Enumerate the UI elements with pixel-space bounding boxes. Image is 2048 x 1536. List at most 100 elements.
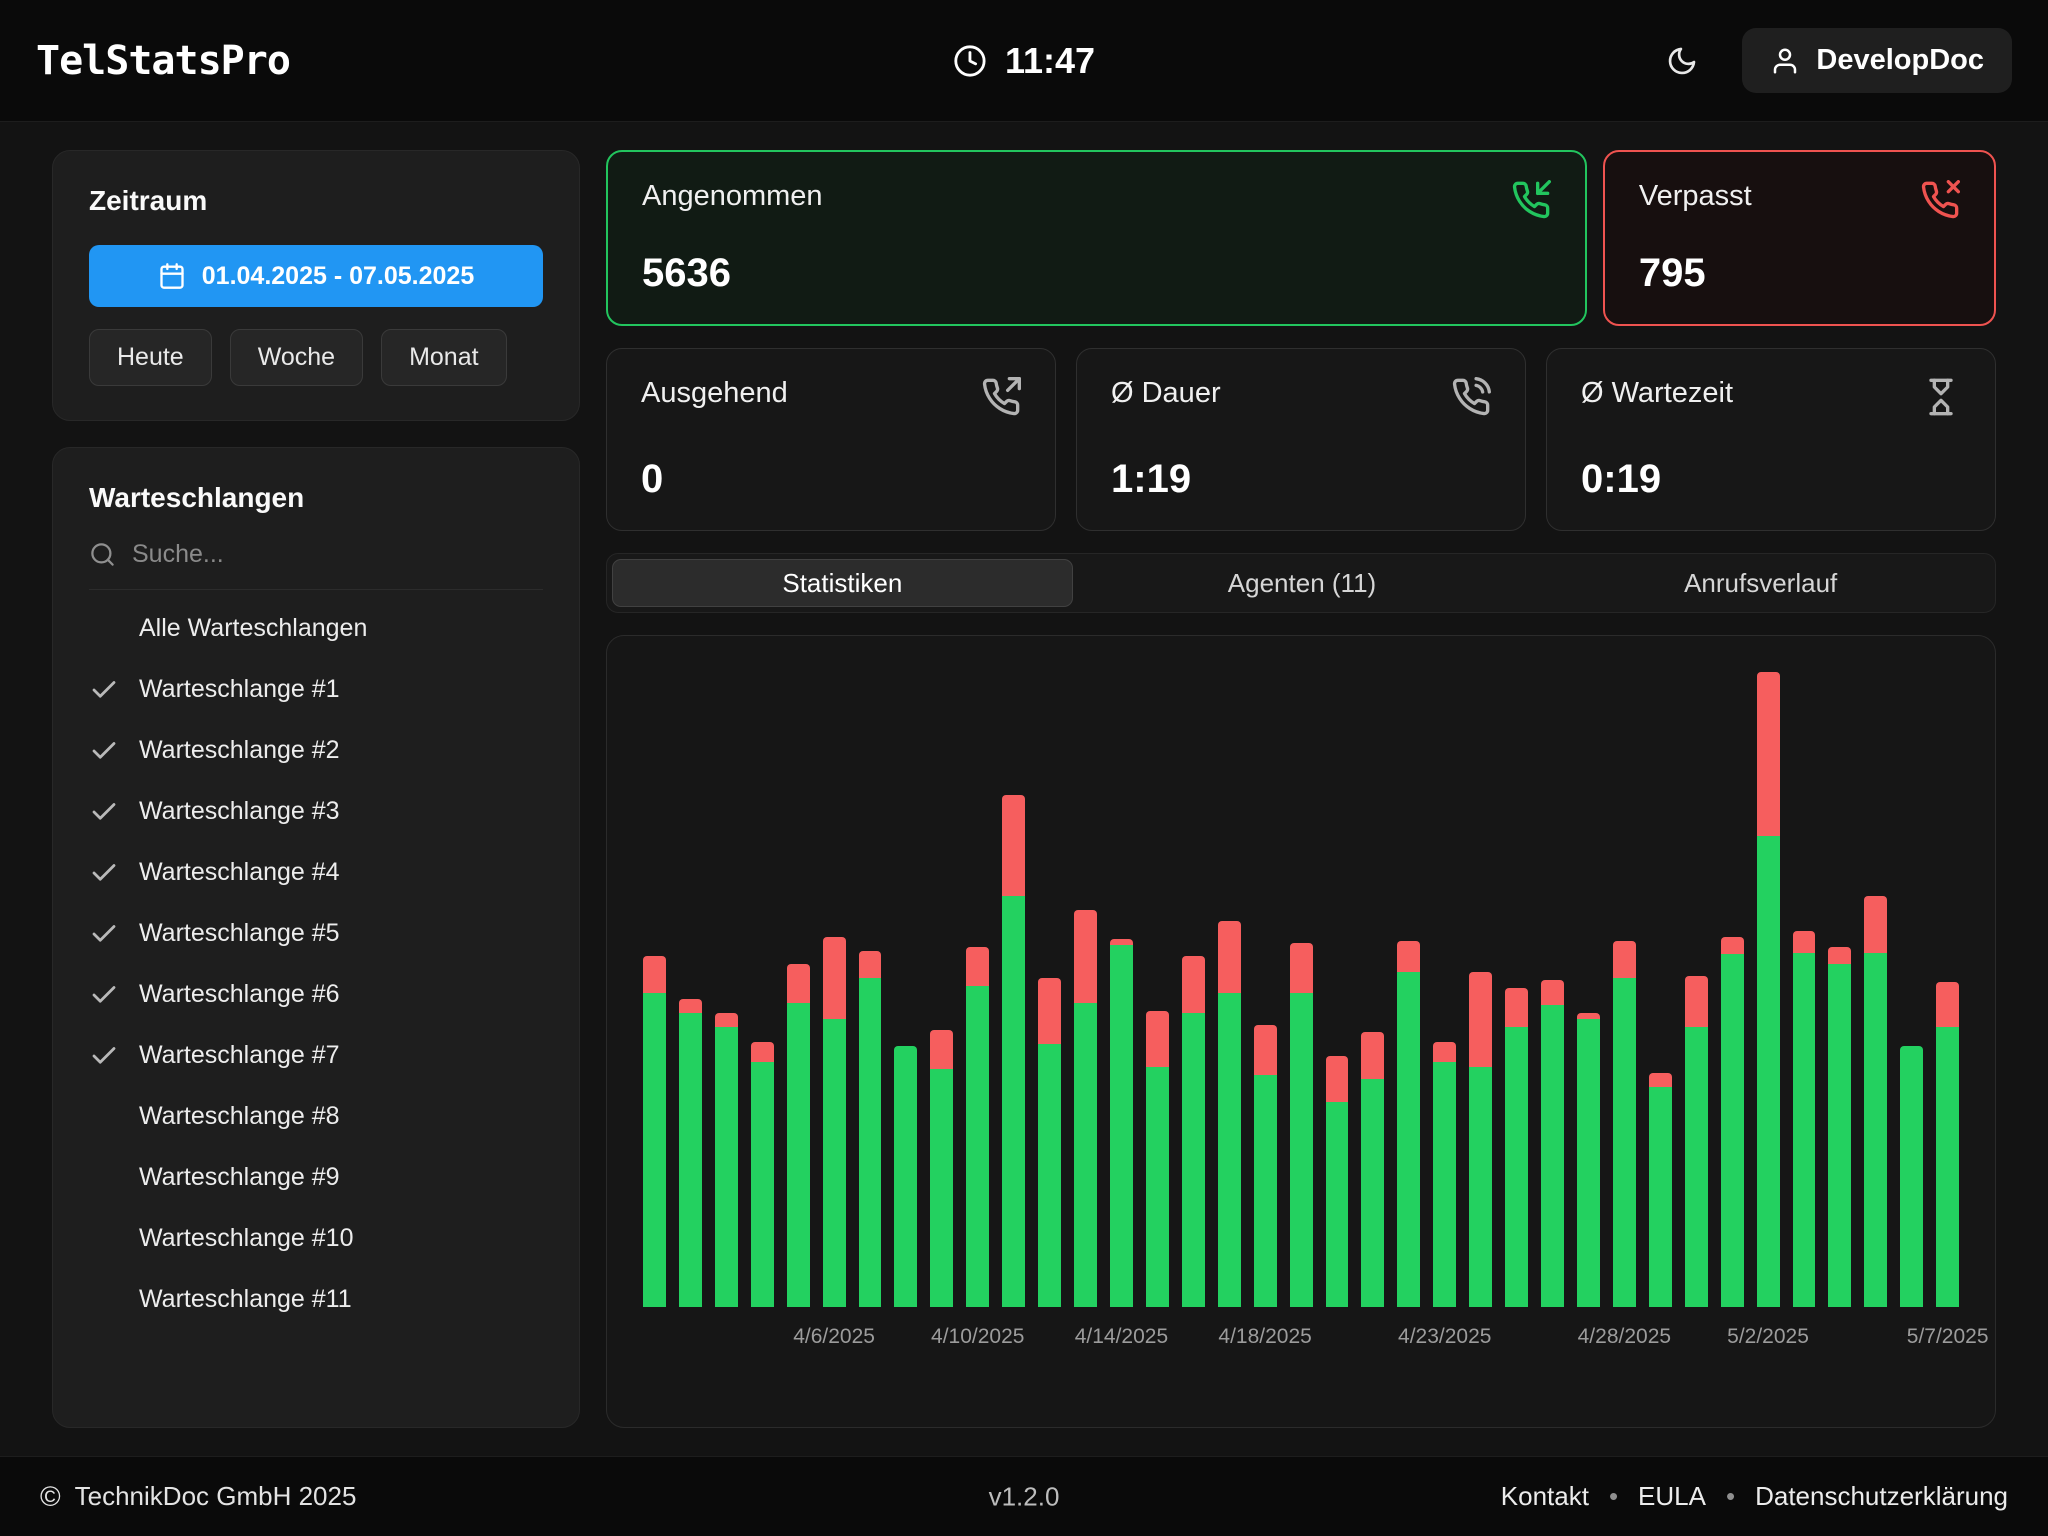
bar-segment-answered xyxy=(1038,1044,1061,1307)
queue-item-4[interactable]: Warteschlange #4 xyxy=(89,842,543,903)
tab-bar: StatistikenAgenten (11)Anrufsverlauf xyxy=(606,553,1996,613)
chart-bar-4/1/2025[interactable] xyxy=(643,672,666,1307)
chart-bar-4/8/2025[interactable] xyxy=(894,672,917,1307)
queue-item-8[interactable]: Warteschlange #8 xyxy=(89,1086,543,1147)
bar-segment-answered xyxy=(1685,1027,1708,1307)
bar-segment-answered xyxy=(1900,1046,1923,1307)
chart-bar-4/12/2025[interactable] xyxy=(1038,672,1061,1307)
x-axis-slot: 4/6/2025 xyxy=(823,1321,846,1361)
chart-bar-4/23/2025[interactable] xyxy=(1433,672,1456,1307)
chart-bar-4/14/2025[interactable] xyxy=(1110,672,1133,1307)
bar-segment-answered xyxy=(1613,978,1636,1307)
chart-bar-4/10/2025[interactable] xyxy=(966,672,989,1307)
chart-bar-4/2/2025[interactable] xyxy=(679,672,702,1307)
check-icon xyxy=(89,797,119,827)
chart-bar-5/5/2025[interactable] xyxy=(1864,672,1887,1307)
x-axis-slot: 4/23/2025 xyxy=(1433,1321,1456,1361)
chart-bar-4/9/2025[interactable] xyxy=(930,672,953,1307)
queue-item-2[interactable]: Warteschlange #2 xyxy=(89,720,543,781)
x-axis-slot xyxy=(1182,1321,1205,1361)
footer-link-kontakt[interactable]: Kontakt xyxy=(1501,1481,1589,1512)
tab-statistiken[interactable]: Statistiken xyxy=(612,559,1073,607)
chart-bar-5/1/2025[interactable] xyxy=(1721,672,1744,1307)
queue-item-10[interactable]: Warteschlange #10 xyxy=(89,1208,543,1269)
chart-bar-5/6/2025[interactable] xyxy=(1900,672,1923,1307)
queue-item-11[interactable]: Warteschlange #11 xyxy=(89,1269,543,1330)
chart-bar-4/6/2025[interactable] xyxy=(823,672,846,1307)
chart-bar-4/26/2025[interactable] xyxy=(1541,672,1564,1307)
chart-bar-4/27/2025[interactable] xyxy=(1577,672,1600,1307)
chart-bar-4/30/2025[interactable] xyxy=(1685,672,1708,1307)
bar-segment-missed xyxy=(1505,988,1528,1027)
x-axis-slot xyxy=(1146,1321,1169,1361)
dark-mode-toggle[interactable] xyxy=(1666,45,1698,77)
queue-item-6[interactable]: Warteschlange #6 xyxy=(89,964,543,1025)
tab-anrufsverlauf[interactable]: Anrufsverlauf xyxy=(1531,559,1990,607)
queue-item-label: Warteschlange #11 xyxy=(139,1285,352,1314)
chart-bar-5/3/2025[interactable] xyxy=(1793,672,1816,1307)
stat-label-angenommen: Angenommen xyxy=(642,180,823,213)
queue-item-9[interactable]: Warteschlange #9 xyxy=(89,1147,543,1208)
footer-link-datenschutzerklärung[interactable]: Datenschutzerklärung xyxy=(1755,1481,2008,1512)
bar-segment-missed xyxy=(1146,1011,1169,1067)
date-range-button[interactable]: 01.04.2025 - 07.05.2025 xyxy=(89,245,543,307)
x-axis-slot xyxy=(1649,1321,1672,1361)
footer-link-eula[interactable]: EULA xyxy=(1638,1481,1706,1512)
preset-button-heute[interactable]: Heute xyxy=(89,329,212,386)
chart-bar-4/22/2025[interactable] xyxy=(1397,672,1420,1307)
preset-button-woche[interactable]: Woche xyxy=(230,329,363,386)
queue-item-7[interactable]: Warteschlange #7 xyxy=(89,1025,543,1086)
bar-segment-answered xyxy=(1326,1102,1349,1307)
chart-bar-4/15/2025[interactable] xyxy=(1146,672,1169,1307)
bar-segment-answered xyxy=(1721,954,1744,1307)
chart-bar-4/3/2025[interactable] xyxy=(715,672,738,1307)
header-time: 11:47 xyxy=(1005,40,1095,82)
bar-segment-missed xyxy=(966,947,989,986)
preset-button-monat[interactable]: Monat xyxy=(381,329,506,386)
chart-bar-4/18/2025[interactable] xyxy=(1254,672,1277,1307)
x-axis-slot: 5/2/2025 xyxy=(1757,1321,1780,1361)
phone-incoming-icon xyxy=(1511,180,1551,220)
separator-dot: • xyxy=(1609,1481,1618,1512)
check-placeholder xyxy=(89,1102,119,1132)
chart-bar-4/29/2025[interactable] xyxy=(1649,672,1672,1307)
queue-search-input[interactable] xyxy=(132,540,543,569)
chart-bar-5/4/2025[interactable] xyxy=(1828,672,1851,1307)
bar-segment-answered xyxy=(1218,993,1241,1307)
queue-item-0[interactable]: Alle Warteschlangen xyxy=(89,598,543,659)
chart-bar-4/7/2025[interactable] xyxy=(859,672,882,1307)
chart-bar-4/25/2025[interactable] xyxy=(1505,672,1528,1307)
queue-item-label: Warteschlange #3 xyxy=(139,797,340,826)
chart-bar-5/7/2025[interactable] xyxy=(1936,672,1959,1307)
bar-segment-answered xyxy=(930,1069,953,1307)
chart-bar-4/24/2025[interactable] xyxy=(1469,672,1492,1307)
x-axis-slot xyxy=(1793,1321,1816,1361)
bar-segment-missed xyxy=(1649,1073,1672,1087)
bar-segment-missed xyxy=(1254,1025,1277,1076)
chart-bar-4/13/2025[interactable] xyxy=(1074,672,1097,1307)
chart-bar-5/2/2025[interactable] xyxy=(1757,672,1780,1307)
user-menu-button[interactable]: DevelopDoc xyxy=(1742,28,2012,93)
queue-item-1[interactable]: Warteschlange #1 xyxy=(89,659,543,720)
footer-version: v1.2.0 xyxy=(989,1481,1060,1512)
chart-bar-4/20/2025[interactable] xyxy=(1326,672,1349,1307)
bar-segment-answered xyxy=(1254,1075,1277,1307)
queue-item-3[interactable]: Warteschlange #3 xyxy=(89,781,543,842)
chart-bar-4/16/2025[interactable] xyxy=(1182,672,1205,1307)
chart-bar-4/28/2025[interactable] xyxy=(1613,672,1636,1307)
bar-segment-answered xyxy=(1505,1027,1528,1307)
check-icon xyxy=(89,1041,119,1071)
chart-bar-4/4/2025[interactable] xyxy=(751,672,774,1307)
tab-agenten-11[interactable]: Agenten (11) xyxy=(1073,559,1532,607)
chart-bar-4/21/2025[interactable] xyxy=(1361,672,1384,1307)
queue-item-5[interactable]: Warteschlange #5 xyxy=(89,903,543,964)
check-icon xyxy=(89,1041,119,1071)
stat-card-ausgehend: Ausgehend 0 xyxy=(606,348,1056,531)
chart-bar-4/17/2025[interactable] xyxy=(1218,672,1241,1307)
check-placeholder xyxy=(89,1285,119,1315)
chart-bar-4/11/2025[interactable] xyxy=(1002,672,1025,1307)
chart-bar-4/19/2025[interactable] xyxy=(1290,672,1313,1307)
bar-segment-missed xyxy=(1074,910,1097,1003)
check-icon xyxy=(89,919,119,949)
chart-bar-4/5/2025[interactable] xyxy=(787,672,810,1307)
